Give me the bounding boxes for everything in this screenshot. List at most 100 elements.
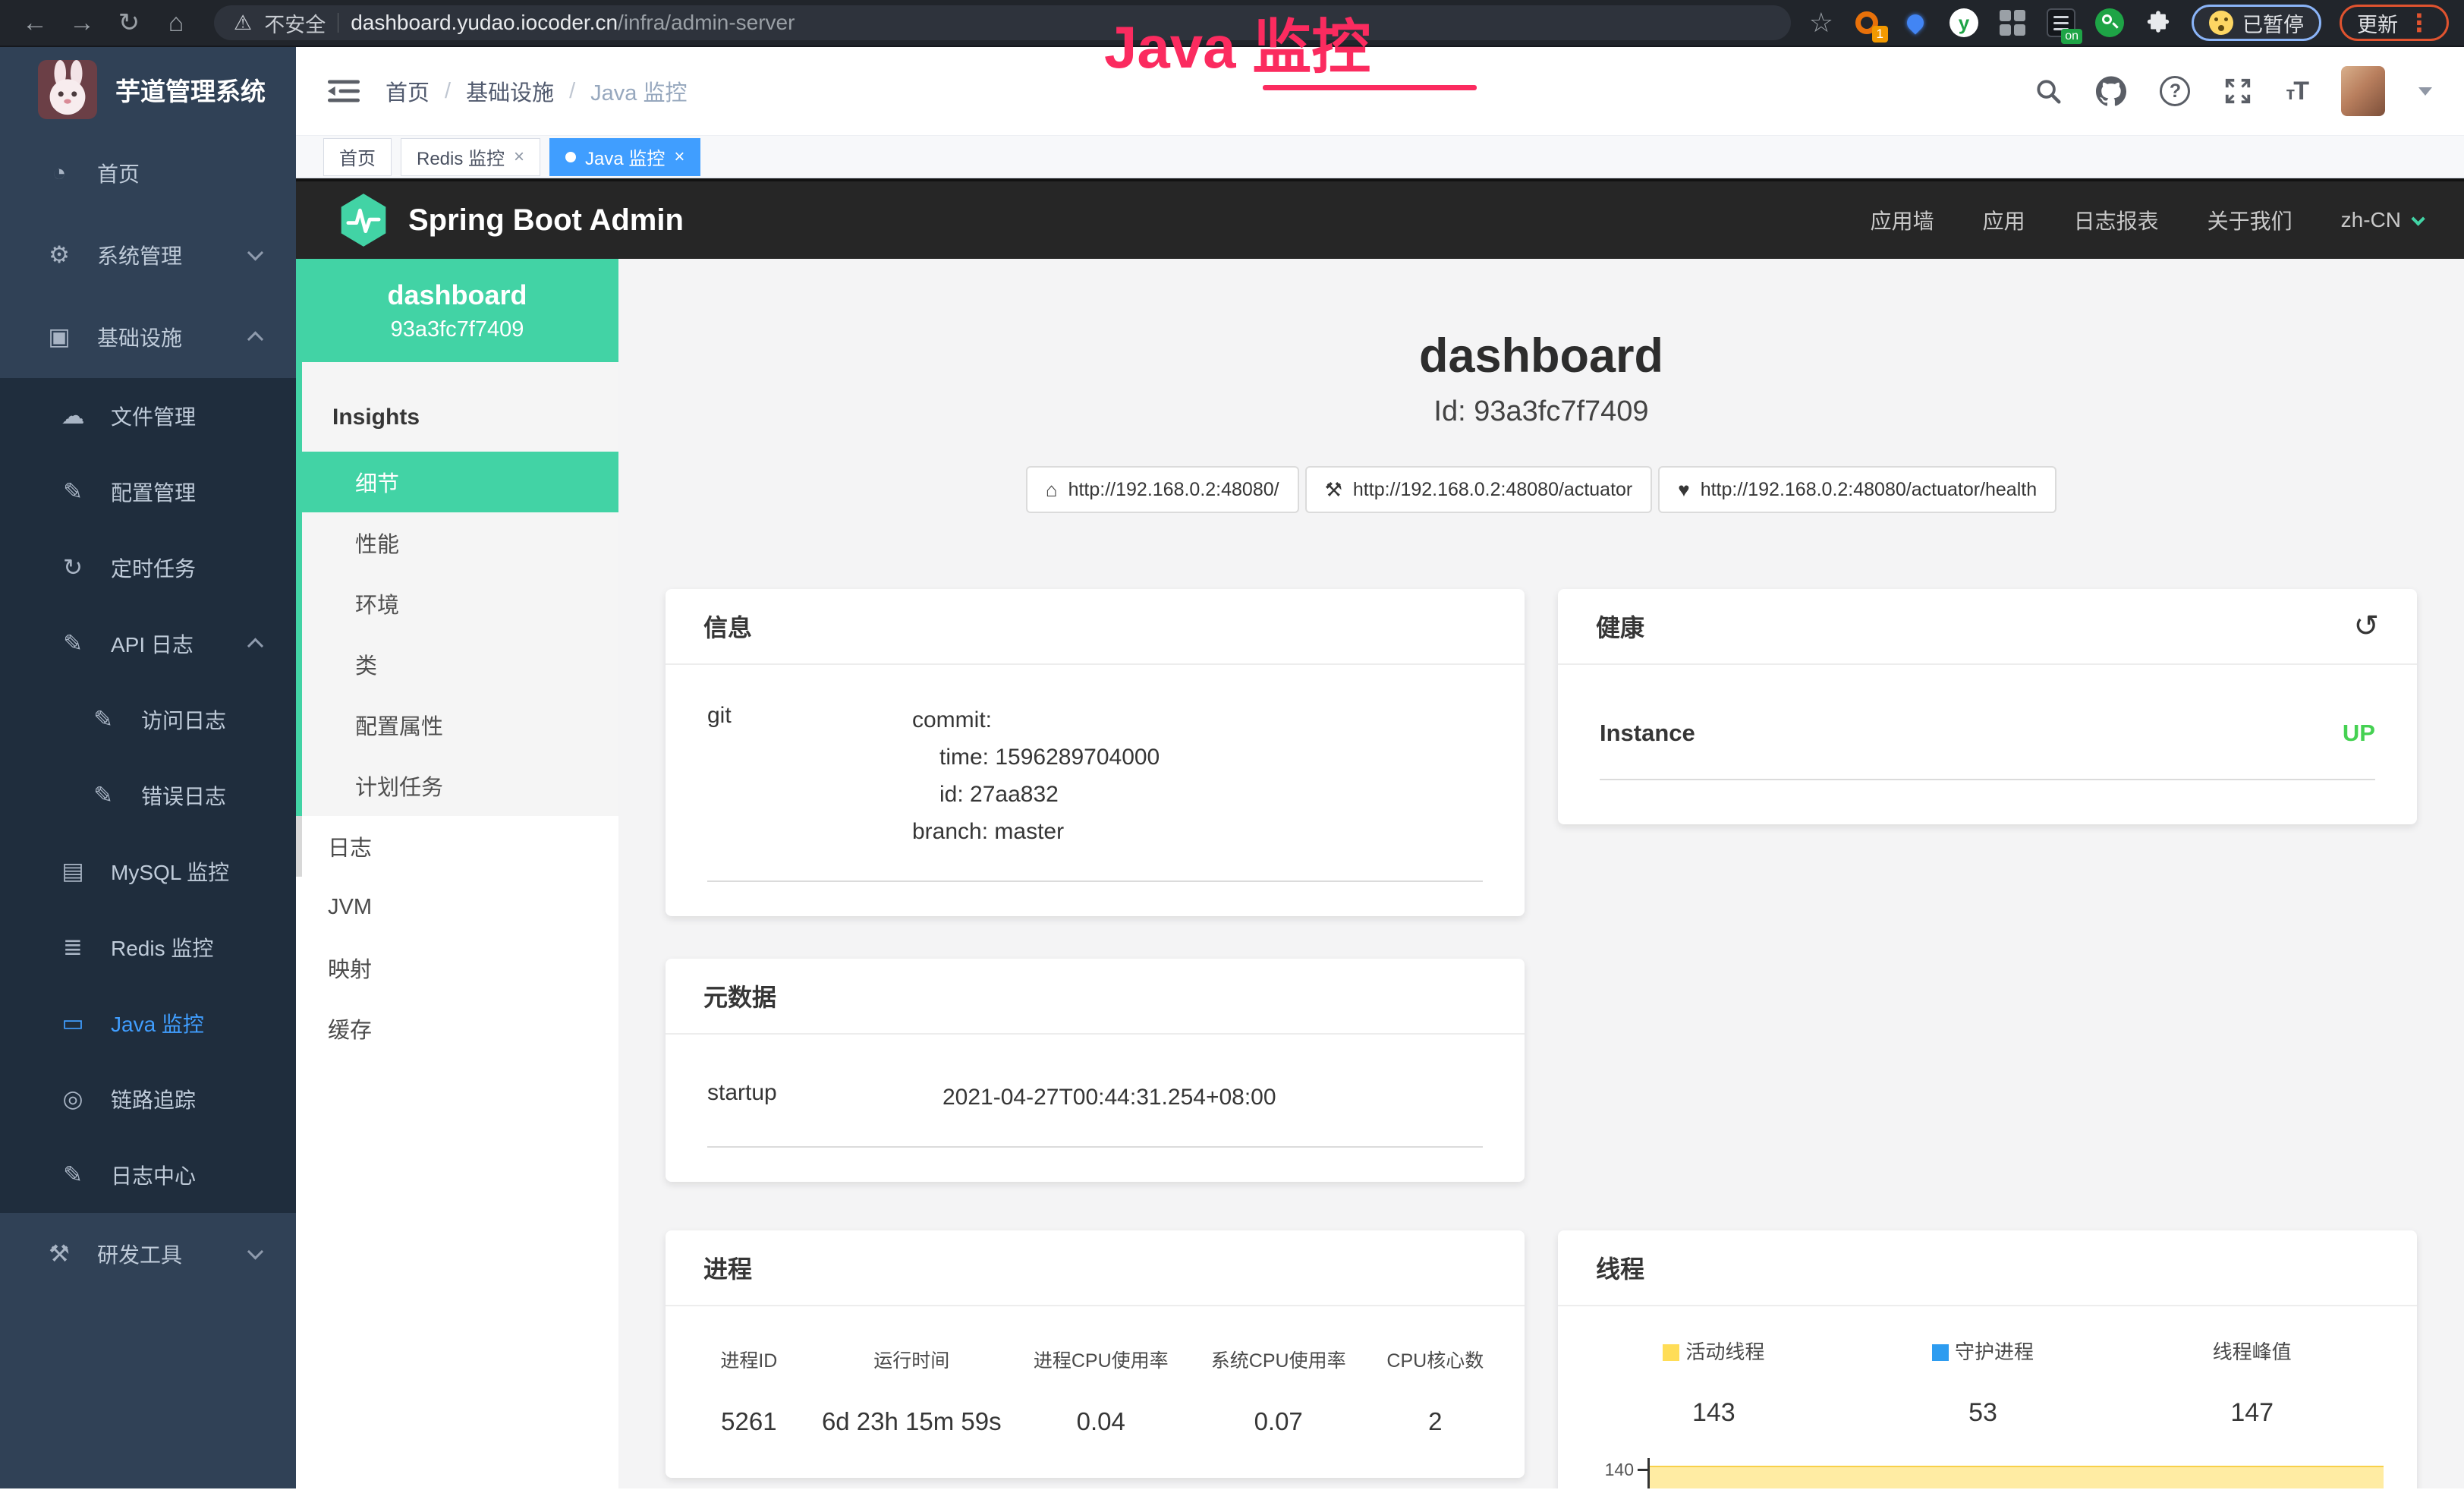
browser-menu-dots-icon[interactable]: ⋮	[2407, 8, 2431, 37]
breadcrumb-item[interactable]: 首页	[385, 75, 430, 107]
chevron-icon	[247, 638, 263, 654]
sidebar-item-label: Java 监控	[111, 1008, 204, 1038]
sidebar-item[interactable]: ✎ 配置管理	[0, 454, 296, 530]
sidebar-item[interactable]: ↻ 定时任务	[0, 530, 296, 606]
sba-menu-item[interactable]: 环境	[302, 573, 618, 634]
health-status-badge: UP	[2343, 720, 2375, 747]
security-warning-icon[interactable]: ⚠	[234, 11, 252, 35]
app-logo-row[interactable]: 芋道管理系统	[0, 47, 296, 132]
y-tick-mark	[1638, 1469, 1650, 1471]
tab-label: Redis 监控	[417, 143, 505, 170]
sba-menu-item[interactable]: 计划任务	[302, 755, 618, 816]
sba-menu-item[interactable]: 日志	[296, 816, 618, 877]
instance-url-button[interactable]: ⚒ http://192.168.0.2:48080/actuator	[1305, 466, 1653, 513]
sidebar-item[interactable]: ⚒ 研发工具	[0, 1213, 296, 1295]
sba-menu-item[interactable]: JVM	[296, 877, 618, 937]
sba-nav-item[interactable]: 应用墙	[1871, 205, 1934, 235]
home-icon[interactable]: ⌂	[156, 5, 196, 41]
security-label: 不安全	[264, 8, 326, 38]
view-tab[interactable]: Redis 监控	[401, 138, 540, 176]
sidebar-item[interactable]: ▤ MySQL 监控	[0, 833, 296, 909]
breadcrumb-item[interactable]: Java 监控	[554, 75, 687, 107]
search-icon[interactable]	[2034, 77, 2063, 106]
sidebar-item[interactable]: ⚙ 系统管理	[0, 214, 296, 296]
bookmark-star-icon[interactable]: ☆	[1809, 7, 1833, 39]
sidebar-item-icon: ▣	[44, 323, 74, 351]
sidebar-item-icon: ⚙	[44, 241, 74, 269]
user-avatar[interactable]	[2341, 66, 2385, 116]
sba-menu-item[interactable]: 映射	[296, 937, 618, 998]
user-caret-icon[interactable]	[2418, 87, 2432, 96]
sidebar-item[interactable]: ✎ 访问日志	[0, 682, 296, 758]
tabs-bar: 首页 Redis 监控 Java 监控	[296, 135, 2464, 178]
extensions-puzzle-icon[interactable]	[2143, 8, 2173, 38]
extension-on-icon[interactable]: on	[2046, 8, 2076, 38]
hamburger-icon[interactable]	[328, 78, 360, 104]
sidebar-item[interactable]: ✎ 日志中心	[0, 1137, 296, 1213]
legend-value: 53	[1849, 1398, 2118, 1428]
address-bar[interactable]: ⚠ 不安全 dashboard.yudao.iocoder.cn/infra/a…	[214, 5, 1791, 40]
app-logo-bunny	[38, 60, 97, 119]
process-column-value: 5261	[687, 1407, 811, 1436]
sidebar-item[interactable]: ✎ 错误日志	[0, 758, 296, 833]
sidebar-item-icon: ✎	[58, 1161, 88, 1189]
legend-swatch	[1932, 1344, 1949, 1361]
sidebar-item-label: 定时任务	[111, 553, 196, 583]
sba-nav-item[interactable]: 日志报表	[2074, 205, 2159, 235]
help-icon[interactable]: ?	[2160, 76, 2190, 106]
instance-links: ⌂ http://192.168.0.2:48080/ ⚒ http://192…	[666, 466, 2417, 513]
back-icon[interactable]: ←	[15, 5, 55, 41]
font-size-icon[interactable]	[2286, 77, 2308, 106]
sba-nav-item[interactable]: 应用	[1983, 205, 2025, 235]
navbar-actions: ?	[2034, 66, 2432, 116]
sba-menu-label: JVM	[328, 895, 372, 920]
sidebar-item-icon: ↻	[58, 554, 88, 581]
sidebar-item[interactable]: ◔ 首页	[0, 132, 296, 214]
info-value-line: id: 27aa832	[912, 776, 1483, 813]
sba-menu-label: 计划任务	[355, 770, 443, 802]
sba-content: dashboard Id: 93a3fc7f7409 ⌂ http://192.…	[618, 259, 2464, 1488]
close-tab-icon[interactable]	[514, 146, 524, 168]
extension-y-icon[interactable]: y	[1949, 8, 1979, 38]
profile-paused-chip[interactable]: 已暂停	[2192, 5, 2321, 41]
sba-locale-select[interactable]: zh-CN	[2341, 208, 2422, 232]
browser-actions: ☆ 1 y on 已暂停 更新⋮	[1809, 5, 2449, 41]
instance-url-button[interactable]: ⌂ http://192.168.0.2:48080/	[1026, 466, 1299, 513]
sba-menu-item[interactable]: 性能	[302, 512, 618, 573]
instance-url-button[interactable]: ♥ http://192.168.0.2:48080/actuator/heal…	[1658, 466, 2056, 513]
health-history-icon[interactable]: ↺	[2353, 609, 2379, 644]
extension-orange-icon[interactable]: 1	[1852, 8, 1882, 38]
sidebar-item[interactable]: ≣ Redis 监控	[0, 909, 296, 985]
forward-icon[interactable]: →	[62, 5, 102, 41]
sidebar-item-icon: ✎	[88, 706, 118, 733]
sba-menu-item[interactable]: 细节	[302, 452, 618, 512]
sidebar-item[interactable]: ▣ 基础设施	[0, 296, 296, 378]
fullscreen-icon[interactable]	[2223, 77, 2252, 106]
reload-icon[interactable]: ↻	[109, 5, 149, 41]
profile-emoji-icon	[2209, 11, 2233, 35]
sidebar-item[interactable]: ☁ 文件管理	[0, 378, 296, 454]
sidebar-item[interactable]: ◎ 链路追踪	[0, 1061, 296, 1137]
sba-app-header[interactable]: dashboard 93a3fc7f7409	[296, 259, 618, 362]
extension-grid-icon[interactable]	[1997, 8, 2028, 38]
process-column-header: 运行时间	[811, 1346, 1012, 1373]
close-tab-icon[interactable]	[674, 146, 684, 168]
info-card-title: 信息	[703, 609, 752, 644]
breadcrumb-item[interactable]: 基础设施	[430, 75, 554, 107]
health-row[interactable]: Instance UP	[1600, 720, 2375, 780]
sidebar-item[interactable]: ✎ API 日志	[0, 606, 296, 682]
sba-menu-item[interactable]: 缓存	[296, 998, 618, 1059]
health-row-label: Instance	[1600, 720, 1695, 747]
extension-leaf-icon[interactable]	[2094, 8, 2125, 38]
view-tab[interactable]: Java 监控	[549, 138, 700, 176]
view-tab[interactable]: 首页	[323, 138, 392, 176]
update-button[interactable]: 更新⋮	[2340, 5, 2449, 41]
sba-menu-item[interactable]: 类	[302, 634, 618, 695]
extension-pin-icon[interactable]	[1900, 8, 1931, 38]
sba-nav-item[interactable]: 关于我们	[2208, 205, 2292, 235]
sidebar-item[interactable]: ▭ Java 监控	[0, 985, 296, 1061]
sba-menu-item[interactable]: 配置属性	[302, 695, 618, 755]
github-icon[interactable]	[2096, 76, 2126, 106]
sba-menu-label: 配置属性	[355, 709, 443, 741]
sidebar-item-label: 文件管理	[111, 401, 196, 431]
